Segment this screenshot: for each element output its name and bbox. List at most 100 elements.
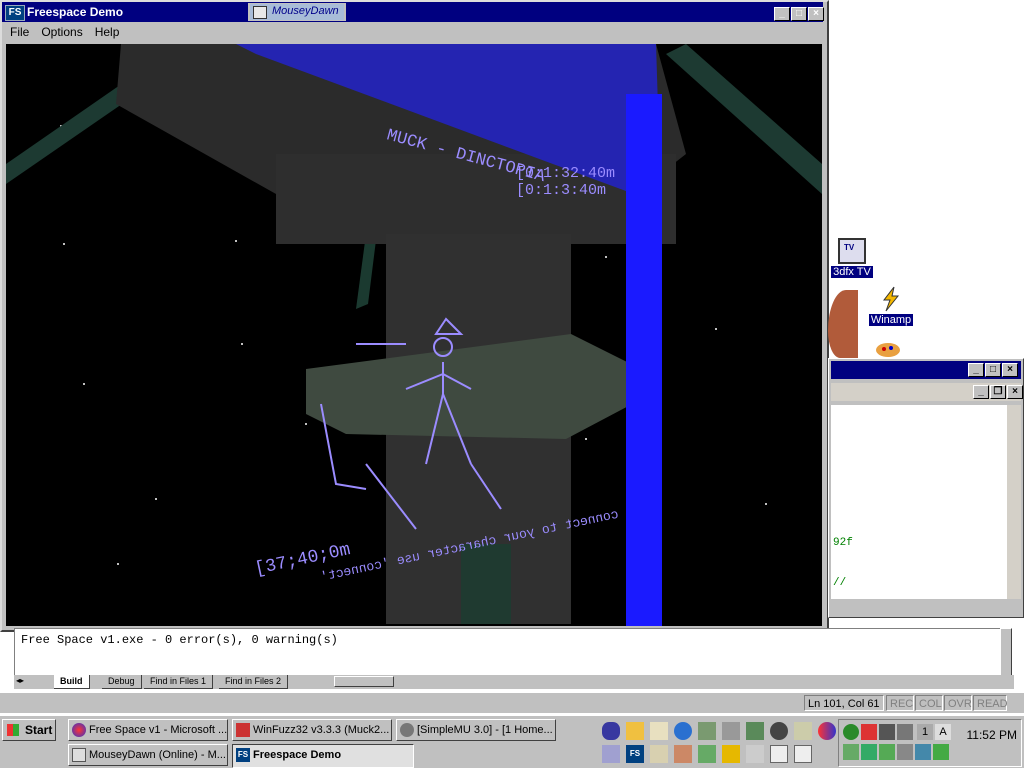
winamp-icon[interactable] xyxy=(722,745,740,763)
desktop-icon-3dfx-tv[interactable]: TV 3dfx TV xyxy=(830,238,874,278)
brush-icon[interactable] xyxy=(674,745,692,763)
minimize-button[interactable]: _ xyxy=(968,363,984,377)
icon-label: 3dfx TV xyxy=(831,266,873,278)
game-icon[interactable] xyxy=(698,745,716,763)
windows-logo-icon xyxy=(7,724,19,736)
task-winfuzz[interactable]: WinFuzz32 v3.3.3 (Muck2... xyxy=(232,719,392,741)
vertical-scrollbar[interactable] xyxy=(1007,405,1021,599)
task-label: Freespace Demo xyxy=(253,749,342,761)
menu-help[interactable]: Help xyxy=(89,23,126,41)
tab-build[interactable]: Build xyxy=(54,675,90,689)
background-window: _ □ × _ ❐ × 92f // xyxy=(828,358,1024,618)
menu-file[interactable]: File xyxy=(4,23,35,41)
cursor-position: Ln 101, Col 61 xyxy=(804,695,884,711)
tray-icon[interactable] xyxy=(843,744,859,760)
printer-icon[interactable] xyxy=(746,745,764,763)
child-restore-button[interactable]: ❐ xyxy=(990,385,1006,399)
game-viewport[interactable]: [0:1:32:40m [0:1:3:40m MUCK - DINCTOPIA … xyxy=(6,44,822,626)
viewport-scene: [0:1:32:40m [0:1:3:40m MUCK - DINCTOPIA … xyxy=(6,44,822,626)
text-file-icon[interactable] xyxy=(794,745,812,763)
menu-options[interactable]: Options xyxy=(35,23,88,41)
tray-number[interactable]: 1 xyxy=(917,724,933,740)
task-label: WinFuzz32 v3.3.3 (Muck2... xyxy=(253,724,390,736)
task-label: MouseyDawn (Online) - M... xyxy=(89,749,226,761)
mud-line-2: [0:1:3:40m xyxy=(516,182,606,199)
blue-beam-vertical xyxy=(626,94,662,626)
tray-app-icon[interactable] xyxy=(861,724,877,740)
home-icon[interactable] xyxy=(626,722,644,740)
document-icon[interactable] xyxy=(650,745,668,763)
maximize-button[interactable]: □ xyxy=(791,7,807,21)
lower-strut xyxy=(461,544,511,624)
freespace-logo-icon: FS xyxy=(236,748,250,762)
window-icon xyxy=(253,6,267,19)
background-window-title-bar[interactable]: _ □ × xyxy=(831,361,1021,379)
start-button[interactable]: Start xyxy=(2,719,56,741)
output-pane[interactable]: Free Space v1.exe - 0 error(s), 0 warnin… xyxy=(14,628,1010,676)
tray-letter[interactable]: A xyxy=(935,724,951,740)
system-tray: 1 A 11:52 PM xyxy=(838,719,1022,767)
indicator-ovr: OVR xyxy=(944,695,972,711)
close-button[interactable]: × xyxy=(1002,363,1018,377)
tray-icon[interactable] xyxy=(861,744,877,760)
tab-find-in-files-1[interactable]: Find in Files 1 xyxy=(144,675,214,689)
status-bar: Ln 101, Col 61 REC COL OVR READ xyxy=(0,693,1024,713)
tv-icon: TV xyxy=(838,238,866,264)
close-button[interactable]: × xyxy=(808,7,824,21)
tab-find-in-files-2[interactable]: Find in Files 2 xyxy=(219,675,289,689)
desktop-icon-winamp[interactable]: Winamp xyxy=(866,286,916,326)
task-freespace-demo[interactable]: FS Freespace Demo xyxy=(232,744,414,768)
code-editor-area[interactable]: 92f // xyxy=(831,405,1007,599)
tray-icon[interactable] xyxy=(879,744,895,760)
infinity-icon[interactable] xyxy=(818,722,836,740)
task-free-space-msdev[interactable]: Free Space v1 - Microsoft ... xyxy=(68,719,228,741)
wallpaper-fragment xyxy=(828,290,858,358)
icon-label: Winamp xyxy=(868,314,914,326)
horizontal-scroll-thumb[interactable] xyxy=(334,676,394,687)
start-label: Start xyxy=(25,723,53,737)
tab-scroll-left-icon[interactable]: ◂▸ xyxy=(16,676,24,685)
simplemu-icon xyxy=(400,723,414,737)
build-output-line: Free Space v1.exe - 0 error(s), 0 warnin… xyxy=(21,633,338,647)
connect-icon[interactable] xyxy=(746,722,764,740)
infinity-icon xyxy=(72,723,86,737)
text-file-icon[interactable] xyxy=(770,745,788,763)
indicator-read: READ xyxy=(973,695,1008,711)
output-scrollbar[interactable] xyxy=(1000,628,1012,676)
paint-icon[interactable] xyxy=(874,340,904,358)
freespace-logo-icon[interactable]: FS xyxy=(626,745,644,763)
task-mouseydawn[interactable]: MouseyDawn (Online) - M... xyxy=(68,744,228,766)
task-label: [SimpleMU 3.0] - [1 Home... xyxy=(417,724,553,736)
tab-debug[interactable]: Debug xyxy=(102,675,142,689)
network-icon[interactable] xyxy=(698,722,716,740)
freespace-title-bar[interactable]: FS Freespace Demo _ □ × xyxy=(2,2,824,22)
taskbar: Start Free Space v1 - Microsoft ... WinF… xyxy=(0,715,1024,768)
code-fragment: 92f xyxy=(833,537,853,549)
speaker-icon[interactable] xyxy=(770,722,788,740)
task-simplemu[interactable]: [SimpleMU 3.0] - [1 Home... xyxy=(396,719,556,741)
child-close-button[interactable]: × xyxy=(1007,385,1023,399)
tray-speaker-icon[interactable] xyxy=(897,724,913,740)
indicator-rec: REC xyxy=(886,695,914,711)
user-icon[interactable] xyxy=(794,722,812,740)
mouseydawn-title-chip[interactable]: MouseyDawn xyxy=(248,3,346,21)
strut-right xyxy=(666,44,822,194)
maximize-button[interactable]: □ xyxy=(985,363,1001,377)
menu-bar: File Options Help xyxy=(4,23,125,41)
window-icon xyxy=(72,748,86,762)
output-tab-bar: ◂▸ Build Debug Find in Files 1 Find in F… xyxy=(14,675,1014,689)
ie-icon[interactable] xyxy=(674,722,692,740)
tool-icon[interactable] xyxy=(602,745,620,763)
child-minimize-button[interactable]: _ xyxy=(973,385,989,399)
notepad-icon[interactable] xyxy=(650,722,668,740)
tray-icon[interactable] xyxy=(933,744,949,760)
tray-icon[interactable] xyxy=(897,744,913,760)
disk-icon[interactable] xyxy=(722,722,740,740)
tray-network-icon[interactable] xyxy=(843,724,859,740)
tray-icon[interactable] xyxy=(915,744,931,760)
minimize-button[interactable]: _ xyxy=(774,7,790,21)
tray-monitor-icon[interactable] xyxy=(879,724,895,740)
child-window-bar[interactable]: _ ❐ × xyxy=(831,383,1023,401)
clock[interactable]: 11:52 PM xyxy=(967,728,1017,742)
shield-icon[interactable] xyxy=(602,722,620,740)
